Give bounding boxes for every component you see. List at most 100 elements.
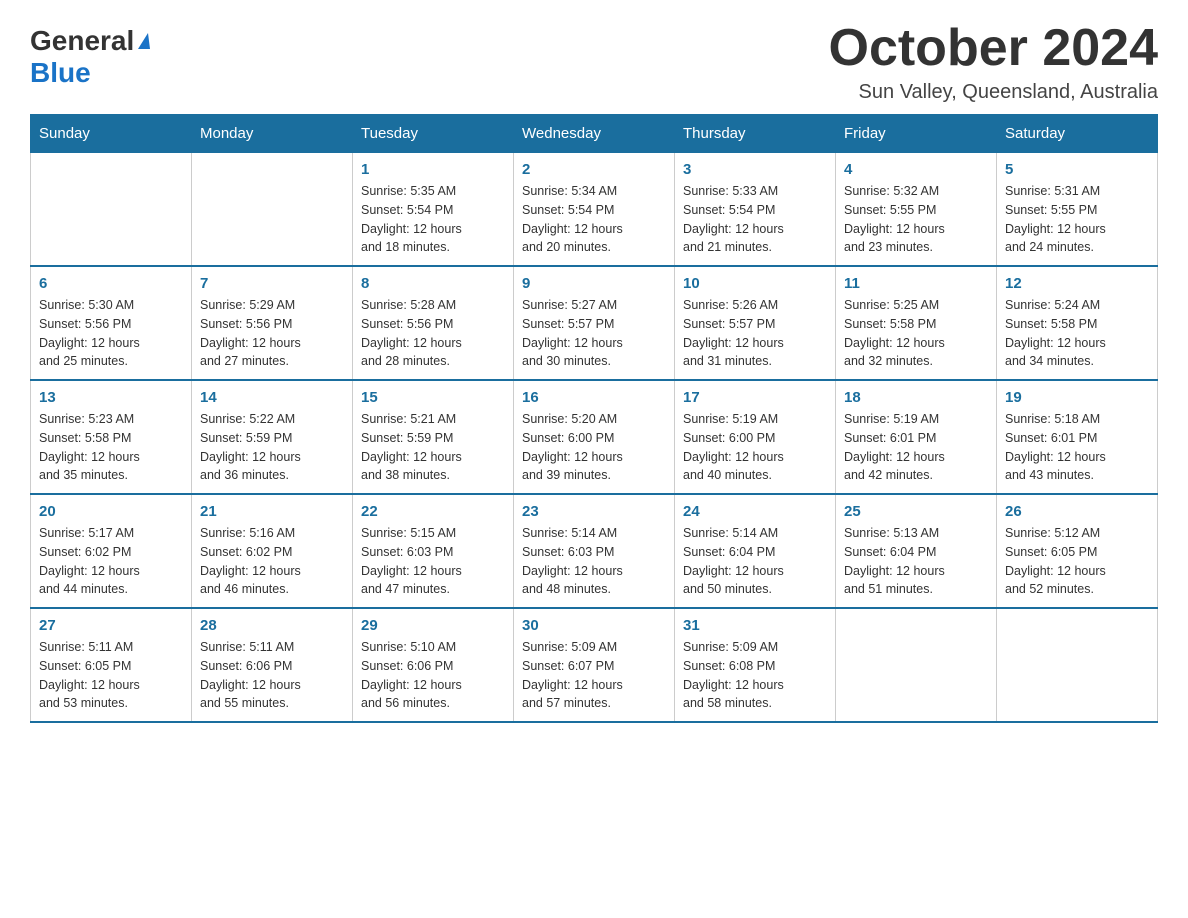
calendar-cell: 4Sunrise: 5:32 AM Sunset: 5:55 PM Daylig…: [836, 153, 997, 267]
calendar-cell: [836, 608, 997, 722]
day-info: Sunrise: 5:18 AM Sunset: 6:01 PM Dayligh…: [1005, 410, 1149, 485]
title-area: October 2024 Sun Valley, Queensland, Aus…: [829, 20, 1159, 104]
day-info: Sunrise: 5:34 AM Sunset: 5:54 PM Dayligh…: [522, 182, 666, 257]
day-number: 19: [1005, 389, 1149, 406]
calendar-cell: 14Sunrise: 5:22 AM Sunset: 5:59 PM Dayli…: [192, 380, 353, 494]
calendar-cell: 19 Sunrise: 5:18 AM Sunset: 6:01 PM Dayli…: [997, 380, 1158, 494]
calendar-cell: 25Sunrise: 5:13 AM Sunset: 6:04 PM Dayli…: [836, 494, 997, 608]
calendar-cell: [192, 153, 353, 267]
calendar-cell: 2 Sunrise: 5:34 AM Sunset: 5:54 PM Daylig…: [514, 153, 675, 267]
day-info: Sunrise: 5:14 AM Sunset: 6:03 PM Dayligh…: [522, 524, 666, 599]
day-info: Sunrise: 5:14 AM Sunset: 6:04 PM Dayligh…: [683, 524, 827, 599]
day-number: 6: [39, 275, 183, 292]
calendar-table: SundayMondayTuesdayWednesdayThursdayFrid…: [30, 114, 1158, 723]
day-number: 25: [844, 503, 988, 520]
day-number: 24: [683, 503, 827, 520]
day-of-week-header: Wednesday: [514, 115, 675, 153]
day-info: Sunrise: 5:25 AM Sunset: 5:58 PM Dayligh…: [844, 296, 988, 371]
logo-arrow-icon: [138, 33, 150, 49]
calendar-cell: 10 Sunrise: 5:26 AM Sunset: 5:57 PM Dayli…: [675, 266, 836, 380]
calendar-cell: [31, 153, 192, 267]
day-number: 5: [1005, 161, 1149, 178]
calendar-cell: 27 Sunrise: 5:11 AM Sunset: 6:05 PM Dayli…: [31, 608, 192, 722]
day-info: Sunrise: 5:11 AM Sunset: 6:05 PM Dayligh…: [39, 638, 183, 713]
day-info: Sunrise: 5:23 AM Sunset: 5:58 PM Dayligh…: [39, 410, 183, 485]
day-number: 11: [844, 275, 988, 292]
day-number: 12: [1005, 275, 1149, 292]
day-number: 15: [361, 389, 505, 406]
calendar-cell: 28 Sunrise: 5:11 AM Sunset: 6:06 PM Dayli…: [192, 608, 353, 722]
day-of-week-header: Monday: [192, 115, 353, 153]
day-info: Sunrise: 5:32 AM Sunset: 5:55 PM Dayligh…: [844, 182, 988, 257]
logo: General Blue: [30, 20, 150, 89]
day-info: Sunrise: 5:09 AM Sunset: 6:07 PM Dayligh…: [522, 638, 666, 713]
day-number: 20: [39, 503, 183, 520]
calendar-cell: 24 Sunrise: 5:14 AM Sunset: 6:04 PM Dayli…: [675, 494, 836, 608]
calendar-cell: 26Sunrise: 5:12 AM Sunset: 6:05 PM Dayli…: [997, 494, 1158, 608]
calendar-cell: 22Sunrise: 5:15 AM Sunset: 6:03 PM Dayli…: [353, 494, 514, 608]
calendar-cell: 15Sunrise: 5:21 AM Sunset: 5:59 PM Dayli…: [353, 380, 514, 494]
day-number: 13: [39, 389, 183, 406]
calendar-cell: 21 Sunrise: 5:16 AM Sunset: 6:02 PM Dayli…: [192, 494, 353, 608]
day-info: Sunrise: 5:09 AM Sunset: 6:08 PM Dayligh…: [683, 638, 827, 713]
day-number: 3: [683, 161, 827, 178]
calendar-cell: 30 Sunrise: 5:09 AM Sunset: 6:07 PM Dayli…: [514, 608, 675, 722]
day-number: 27: [39, 617, 183, 634]
day-info: Sunrise: 5:31 AM Sunset: 5:55 PM Dayligh…: [1005, 182, 1149, 257]
days-of-week-header: SundayMondayTuesdayWednesdayThursdayFrid…: [31, 115, 1158, 153]
day-info: Sunrise: 5:19 AM Sunset: 6:00 PM Dayligh…: [683, 410, 827, 485]
day-number: 8: [361, 275, 505, 292]
month-title: October 2024: [829, 20, 1159, 77]
day-info: Sunrise: 5:19 AM Sunset: 6:01 PM Dayligh…: [844, 410, 988, 485]
day-number: 28: [200, 617, 344, 634]
calendar-cell: 20Sunrise: 5:17 AM Sunset: 6:02 PM Dayli…: [31, 494, 192, 608]
day-info: Sunrise: 5:20 AM Sunset: 6:00 PM Dayligh…: [522, 410, 666, 485]
day-info: Sunrise: 5:33 AM Sunset: 5:54 PM Dayligh…: [683, 182, 827, 257]
location-text: Sun Valley, Queensland, Australia: [829, 81, 1159, 104]
day-number: 31: [683, 617, 827, 634]
day-number: 22: [361, 503, 505, 520]
page-header: General Blue October 2024 Sun Valley, Qu…: [30, 20, 1158, 104]
day-of-week-header: Thursday: [675, 115, 836, 153]
calendar-cell: 1 Sunrise: 5:35 AM Sunset: 5:54 PM Daylig…: [353, 153, 514, 267]
day-number: 29: [361, 617, 505, 634]
day-info: Sunrise: 5:30 AM Sunset: 5:56 PM Dayligh…: [39, 296, 183, 371]
day-number: 17: [683, 389, 827, 406]
calendar-cell: 31 Sunrise: 5:09 AM Sunset: 6:08 PM Dayli…: [675, 608, 836, 722]
day-of-week-header: Saturday: [997, 115, 1158, 153]
day-info: Sunrise: 5:28 AM Sunset: 5:56 PM Dayligh…: [361, 296, 505, 371]
calendar-cell: 8 Sunrise: 5:28 AM Sunset: 5:56 PM Daylig…: [353, 266, 514, 380]
calendar-cell: [997, 608, 1158, 722]
day-info: Sunrise: 5:35 AM Sunset: 5:54 PM Dayligh…: [361, 182, 505, 257]
day-number: 2: [522, 161, 666, 178]
day-info: Sunrise: 5:27 AM Sunset: 5:57 PM Dayligh…: [522, 296, 666, 371]
day-info: Sunrise: 5:10 AM Sunset: 6:06 PM Dayligh…: [361, 638, 505, 713]
day-of-week-header: Sunday: [31, 115, 192, 153]
day-info: Sunrise: 5:29 AM Sunset: 5:56 PM Dayligh…: [200, 296, 344, 371]
day-number: 23: [522, 503, 666, 520]
calendar-cell: 16 Sunrise: 5:20 AM Sunset: 6:00 PM Dayli…: [514, 380, 675, 494]
day-number: 30: [522, 617, 666, 634]
calendar-cell: 11 Sunrise: 5:25 AM Sunset: 5:58 PM Dayli…: [836, 266, 997, 380]
calendar-cell: 5 Sunrise: 5:31 AM Sunset: 5:55 PM Daylig…: [997, 153, 1158, 267]
day-number: 10: [683, 275, 827, 292]
day-number: 1: [361, 161, 505, 178]
week-row: 1 Sunrise: 5:35 AM Sunset: 5:54 PM Daylig…: [31, 153, 1158, 267]
logo-general-text: General: [30, 25, 134, 57]
week-row: 20Sunrise: 5:17 AM Sunset: 6:02 PM Dayli…: [31, 494, 1158, 608]
week-row: 27 Sunrise: 5:11 AM Sunset: 6:05 PM Dayli…: [31, 608, 1158, 722]
day-number: 18: [844, 389, 988, 406]
day-of-week-header: Tuesday: [353, 115, 514, 153]
calendar-cell: 9Sunrise: 5:27 AM Sunset: 5:57 PM Daylig…: [514, 266, 675, 380]
day-number: 7: [200, 275, 344, 292]
day-info: Sunrise: 5:24 AM Sunset: 5:58 PM Dayligh…: [1005, 296, 1149, 371]
calendar-cell: 23 Sunrise: 5:14 AM Sunset: 6:03 PM Dayli…: [514, 494, 675, 608]
calendar-cell: 7 Sunrise: 5:29 AM Sunset: 5:56 PM Daylig…: [192, 266, 353, 380]
day-info: Sunrise: 5:16 AM Sunset: 6:02 PM Dayligh…: [200, 524, 344, 599]
day-number: 21: [200, 503, 344, 520]
logo-blue-text: Blue: [30, 57, 91, 88]
week-row: 13 Sunrise: 5:23 AM Sunset: 5:58 PM Dayli…: [31, 380, 1158, 494]
day-info: Sunrise: 5:11 AM Sunset: 6:06 PM Dayligh…: [200, 638, 344, 713]
day-info: Sunrise: 5:26 AM Sunset: 5:57 PM Dayligh…: [683, 296, 827, 371]
day-number: 16: [522, 389, 666, 406]
